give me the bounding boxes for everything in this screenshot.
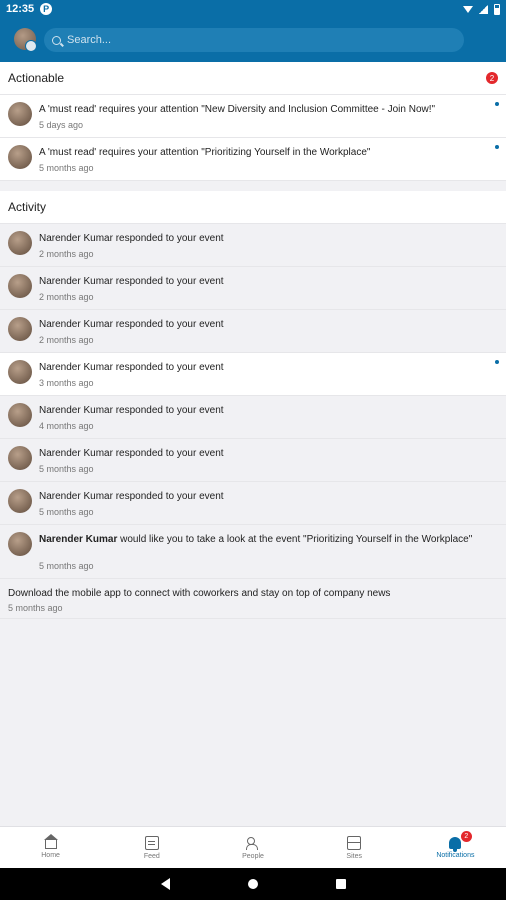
notification-text: Narender Kumar would like you to take a … [39,533,479,546]
system-navigation-bar [0,868,506,900]
recent-apps-icon[interactable] [335,879,346,889]
notification-text: Download the mobile app to connect with … [8,588,391,599]
bottom-navigation: Home Feed People Sites 2 Notifications [0,826,506,868]
activity-title: Activity [8,200,47,214]
back-icon[interactable] [160,878,170,890]
home-circle-icon[interactable] [247,879,258,889]
notification-time: 3 months ago [39,378,94,388]
avatar [8,446,32,470]
app-header [0,18,506,62]
profile-status-badge [25,40,37,52]
search-input[interactable] [67,34,427,46]
nav-notifications[interactable]: 2 Notifications [405,827,506,868]
nav-label: People [242,852,264,860]
battery-icon [494,3,500,15]
notification-count-badge: 2 [460,831,472,842]
nav-home[interactable]: Home [0,827,101,868]
notification-time: 5 months ago [39,507,94,517]
people-icon [246,836,260,850]
notification-time: 2 months ago [39,249,94,259]
activity-item[interactable]: Narender Kumar would like you to take a … [0,525,506,579]
avatar [8,145,32,169]
actionable-title: Actionable [8,71,65,85]
unread-dot [495,360,499,364]
notification-text: Narender Kumar responded to your event [39,362,224,373]
avatar [8,231,32,255]
nav-label: Notifications [436,851,475,859]
activity-item[interactable]: Narender Kumar responded to your event 3… [0,353,506,396]
notification-text: Narender Kumar responded to your event [39,233,224,244]
avatar [8,489,32,513]
avatar [8,274,32,298]
notification-time: 4 months ago [39,421,94,431]
notification-text: Narender Kumar responded to your event [39,448,224,459]
notification-message: would like you to take a look at the eve… [117,534,473,545]
search-bar[interactable] [44,28,464,52]
actor-name: Narender Kumar [39,534,118,545]
nav-label: Sites [346,852,362,860]
actionable-count-badge: 2 [486,72,498,84]
activity-item[interactable]: Narender Kumar responded to your event 4… [0,396,506,439]
unread-dot [495,102,499,106]
notification-time: 5 months ago [39,464,94,474]
activity-item[interactable]: Narender Kumar responded to your event 5… [0,439,506,482]
cellular-signal-icon [479,4,488,14]
notification-time: 5 months ago [8,603,63,613]
app-notification-icon: P [40,3,53,15]
nav-feed[interactable]: Feed [101,827,202,868]
avatar [8,317,32,341]
nav-sites[interactable]: Sites [304,827,405,868]
nav-label: Home [41,852,60,859]
notification-text: Narender Kumar responded to your event [39,319,224,330]
notification-time: 2 months ago [39,292,94,302]
status-bar: 12:35 P [0,0,506,18]
search-icon [52,35,61,45]
notification-text: Narender Kumar responded to your event [39,276,224,287]
clock: 12:35 [6,3,35,15]
activity-item[interactable]: Narender Kumar responded to your event 2… [0,267,506,310]
notification-text: Narender Kumar responded to your event [39,491,224,502]
activity-item[interactable]: Narender Kumar responded to your event 2… [0,224,506,267]
home-icon [43,834,58,849]
avatar [8,360,32,384]
actionable-section-header: Actionable 2 [0,62,506,95]
notification-time: 5 months ago [39,163,94,173]
notification-text: A 'must read' requires your attention "P… [39,147,371,158]
actionable-item[interactable]: A 'must read' requires your attention "P… [0,138,506,181]
sites-icon [347,835,362,850]
avatar [8,532,32,556]
section-spacer [0,181,506,191]
feed-icon [144,835,159,850]
avatar [8,102,32,126]
wifi-icon [463,5,473,13]
notifications-content: Actionable 2 A 'must read' requires your… [0,62,506,619]
activity-item[interactable]: Narender Kumar responded to your event 5… [0,482,506,525]
notification-text: Narender Kumar responded to your event [39,405,224,416]
unread-dot [495,145,499,149]
nav-people[interactable]: People [202,827,303,868]
activity-section-header: Activity [0,191,506,224]
activity-item[interactable]: Download the mobile app to connect with … [0,579,506,619]
notification-time: 5 days ago [39,120,84,130]
activity-item[interactable]: Narender Kumar responded to your event 2… [0,310,506,353]
bell-icon [449,836,462,852]
notification-text: A 'must read' requires your attention "N… [39,104,436,115]
notification-time: 2 months ago [39,335,94,345]
avatar [8,403,32,427]
notification-time: 5 months ago [39,561,94,571]
nav-label: Feed [143,852,160,860]
actionable-item[interactable]: A 'must read' requires your attention "N… [0,95,506,138]
